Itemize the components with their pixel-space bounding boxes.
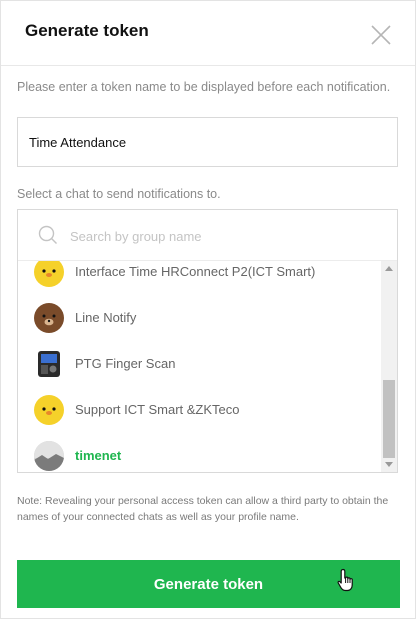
chat-item-label: Line Notify [75, 310, 137, 325]
scroll-down-icon[interactable] [385, 462, 393, 467]
hand-pointer-icon [337, 568, 353, 592]
close-icon [371, 25, 391, 45]
chat-select-box: Interface Time HRConnect P2(ICT Smart) L… [17, 209, 398, 473]
chat-item-timenet[interactable]: timenet [18, 433, 380, 472]
chat-item-label: Support ICT Smart &ZKTeco [75, 402, 240, 417]
yellow-chick-avatar [34, 261, 64, 287]
close-button[interactable] [365, 19, 395, 49]
search-icon [38, 225, 57, 244]
dialog-header: Generate token [1, 1, 415, 66]
dialog-title: Generate token [25, 21, 149, 40]
chat-list-scrollbar[interactable] [381, 261, 397, 472]
chat-item-label: PTG Finger Scan [75, 356, 176, 371]
chat-item-interface-time[interactable]: Interface Time HRConnect P2(ICT Smart) [18, 261, 380, 295]
brown-bear-avatar [34, 303, 64, 333]
chat-select-label: Select a chat to send notifications to. [17, 187, 221, 201]
privacy-note: Note: Revealing your personal access tok… [17, 495, 389, 523]
scroll-up-icon[interactable] [385, 266, 393, 271]
chat-item-ptg-finger-scan[interactable]: PTG Finger Scan [18, 341, 380, 387]
yellow-chick-avatar [34, 395, 64, 425]
generate-token-dialog: Generate token Please enter a token name… [0, 0, 416, 619]
group-search-input[interactable] [68, 222, 372, 250]
token-name-input[interactable] [17, 117, 398, 167]
chat-item-support-ict[interactable]: Support ICT Smart &ZKTeco [18, 387, 380, 433]
chat-item-line-notify[interactable]: Line Notify [18, 295, 380, 341]
token-name-label: Please enter a token name to be displaye… [17, 80, 391, 94]
fingerprint-scanner-avatar [34, 349, 64, 379]
gray-landscape-avatar [34, 441, 64, 471]
group-search [18, 210, 397, 261]
scrollbar-thumb[interactable] [383, 380, 395, 458]
chat-item-label: timenet [75, 448, 122, 463]
chat-item-label: Interface Time HRConnect P2(ICT Smart) [75, 264, 316, 279]
chat-list: Interface Time HRConnect P2(ICT Smart) L… [18, 261, 380, 472]
